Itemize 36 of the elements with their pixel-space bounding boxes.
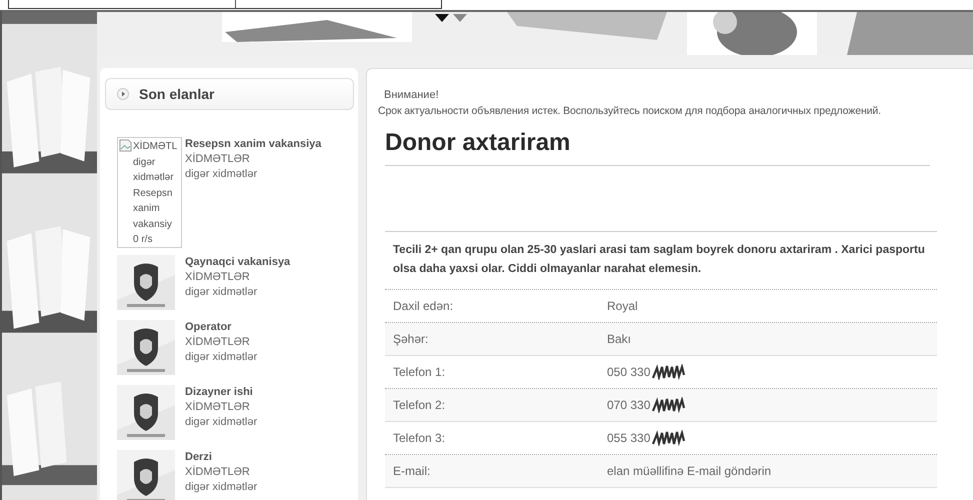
listing-category: XİDMƏTLƏR	[185, 335, 250, 350]
detail-value: 055 330	[607, 431, 650, 445]
ad-description: Tecili 2+ qan qrupu olan 25-30 yaslari arasi tam saglam boyrek donoru axtariram . Xarici pasportu olsa daha yaxsi olar. Ciddi olmayanlar narahat elemesin.	[385, 241, 937, 290]
detail-value: elan müəllifinə E-mail göndərin	[607, 464, 772, 478]
detail-value: 070 330	[607, 398, 650, 412]
detail-label: Telefon 1:	[392, 365, 446, 379]
listing-category: XİDMƏTLƏR	[185, 152, 250, 167]
notice-text: Срок актуальности объявления истек. Воспользуйтесь поиском для подбора аналогичных предложений.	[378, 104, 882, 119]
listing-title[interactable]: Resepsn xanim vakansiya	[185, 137, 322, 152]
detail-label: Telefon 3:	[392, 431, 446, 445]
arrow-bullet-icon	[117, 88, 129, 100]
listing-title[interactable]: Derzi	[185, 450, 212, 465]
detail-label: Daxil edən:	[392, 299, 454, 313]
broken-image-icon	[119, 139, 132, 152]
listing-title[interactable]: Operator	[185, 320, 232, 335]
detail-label: Şəhər:	[392, 332, 430, 346]
detail-label: Telefon 2:	[392, 398, 446, 412]
listing-subcategory: digər xidmətlər	[185, 167, 258, 182]
listing-category: XİDMƏTLƏR	[185, 465, 250, 480]
listing-title[interactable]: Qaynaqci vakanisya	[185, 255, 290, 270]
detail-label: E-mail:	[392, 464, 432, 478]
listing-subcategory: digər xidmətlər	[185, 285, 258, 300]
listing-title[interactable]: Dizayner ishi	[185, 385, 253, 400]
detail-value: Bakı	[607, 332, 632, 346]
detail-value: Royal	[607, 299, 638, 313]
listing-subcategory: digər xidmətlər	[185, 480, 258, 495]
broken-image[interactable]: XİDMƏTL digər xidmətlər Resepsn xanim vakansiy 0 r/s	[117, 137, 182, 248]
section-title: Son elanlar	[139, 86, 214, 102]
listing-category: XİDMƏTLƏR	[185, 400, 250, 415]
alt-text: XİDMƏTL digər xidmətlər Resepsn xanim vakansiy 0 r/s	[133, 139, 178, 247]
listing-subcategory: digər xidmətlər	[185, 350, 258, 365]
detail-value: 050 330	[607, 365, 650, 379]
ad-title: Donor axtariram	[385, 129, 930, 166]
listing-category: XİDMƏTLƏR	[185, 270, 250, 285]
listing-subcategory: digər xidmətlər	[185, 415, 258, 430]
notice-heading: Внимание!	[383, 88, 440, 103]
